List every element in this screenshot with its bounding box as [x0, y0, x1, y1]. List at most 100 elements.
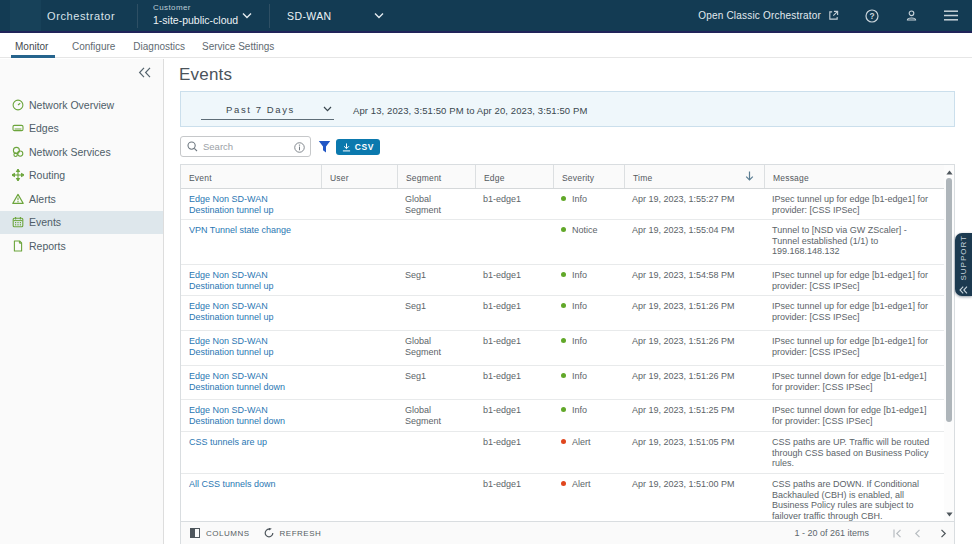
cell-edge: b1-edge1 [475, 432, 553, 473]
chevron-down-icon[interactable] [242, 12, 252, 19]
cell-edge: b1-edge1 [475, 296, 553, 330]
svg-text:?: ? [869, 10, 874, 20]
cell-segment: Global Segment [397, 400, 475, 431]
product-title: Orchestrator [47, 0, 115, 31]
hamburger-menu-icon[interactable] [944, 10, 958, 21]
sidebar-item-network-overview[interactable]: Network Overview [0, 93, 163, 117]
sidebar-item-events[interactable]: Events [0, 211, 163, 235]
sidebar-item-network-services[interactable]: Network Services [0, 140, 163, 164]
event-link[interactable]: Edge Non SD-WAN Destination tunnel up [189, 301, 321, 322]
cell-message: IPsec tunnel down for edge [b1-edge1] fo… [764, 400, 944, 431]
table-header-row: Event User Segment Edge Severity Time Me… [181, 165, 954, 189]
cell-user [321, 474, 397, 521]
table-row[interactable]: Edge Non SD-WAN Destination tunnel down … [181, 400, 954, 432]
info-icon[interactable] [294, 142, 305, 153]
sidebar-item-reports[interactable]: Reports [0, 234, 163, 258]
scrollbar-thumb[interactable] [946, 178, 952, 422]
customer-dropdown[interactable]: Customer 1-site-public-cloud [153, 0, 238, 31]
cell-segment: Seg1 [397, 366, 475, 399]
refresh-button[interactable]: REFRESH [264, 528, 322, 538]
table-row[interactable]: CSS tunnels are up b1-edge1 Alert Apr 19… [181, 432, 954, 474]
table-row[interactable]: Edge Non SD-WAN Destination tunnel up Gl… [181, 331, 954, 366]
sidebar: Network Overview Edges Network Services … [0, 59, 164, 544]
tab-monitor[interactable]: Monitor [15, 35, 51, 58]
column-header-user[interactable]: User [321, 165, 397, 188]
cell-time: Apr 19, 2023, 1:51:26 PM [624, 331, 764, 365]
event-link[interactable]: Edge Non SD-WAN Destination tunnel down [189, 371, 321, 392]
column-header-message[interactable]: Message [764, 165, 944, 188]
event-link[interactable]: Edge Non SD-WAN Destination tunnel down [189, 405, 321, 426]
sidebar-item-routing[interactable]: Routing [0, 164, 163, 188]
scroll-down-icon[interactable] [944, 509, 954, 519]
cell-segment [397, 432, 475, 473]
sort-desc-icon[interactable] [745, 171, 754, 188]
chevron-down-icon[interactable] [374, 12, 384, 19]
chevron-down-icon [323, 106, 332, 112]
table-row[interactable]: Edge Non SD-WAN Destination tunnel up Se… [181, 265, 954, 296]
time-range-select[interactable]: Past 7 Days [201, 100, 334, 120]
next-page-icon[interactable] [940, 529, 947, 538]
routing-icon [12, 169, 24, 181]
time-filter-bar: Past 7 Days Apr 13, 2023, 3:51:50 PM to … [180, 91, 955, 127]
user-icon[interactable] [905, 9, 918, 22]
vertical-scrollbar[interactable] [944, 165, 954, 521]
cell-time: Apr 19, 2023, 1:55:04 PM [624, 220, 764, 264]
event-link[interactable]: All CSS tunnels down [189, 479, 321, 490]
refresh-icon [264, 528, 274, 538]
sidebar-item-edges[interactable]: Edges [0, 117, 163, 141]
cell-user [321, 265, 397, 295]
severity-dot-icon [561, 272, 566, 277]
columns-button[interactable]: COLUMNS [190, 528, 250, 538]
cell-event: VPN Tunnel state change [181, 220, 321, 264]
table-body: Edge Non SD-WAN Destination tunnel up Gl… [181, 189, 954, 522]
event-link[interactable]: CSS tunnels are up [189, 437, 321, 448]
severity-dot-icon [561, 373, 566, 378]
event-link[interactable]: Edge Non SD-WAN Destination tunnel up [189, 336, 321, 357]
tab-diagnostics[interactable]: Diagnostics [133, 35, 185, 58]
table-row[interactable]: Edge Non SD-WAN Destination tunnel down … [181, 366, 954, 400]
search-input[interactable] [203, 141, 281, 152]
table-row[interactable]: VPN Tunnel state change Notice Apr 19, 2… [181, 220, 954, 265]
cell-event: Edge Non SD-WAN Destination tunnel up [181, 265, 321, 295]
cell-event: CSS tunnels are up [181, 432, 321, 473]
previous-page-icon[interactable] [914, 529, 921, 538]
sidebar-collapse-icon[interactable] [136, 64, 152, 80]
cell-user [321, 189, 397, 219]
cell-edge: b1-edge1 [475, 366, 553, 399]
severity-dot-icon [561, 303, 566, 308]
column-header-severity[interactable]: Severity [553, 165, 624, 188]
column-header-segment[interactable]: Segment [397, 165, 475, 188]
cell-time: Apr 19, 2023, 1:51:26 PM [624, 366, 764, 399]
severity-dot-icon [561, 407, 566, 412]
cell-severity: Info [553, 296, 624, 330]
divider [269, 4, 270, 28]
column-header-edge[interactable]: Edge [475, 165, 553, 188]
event-link[interactable]: VPN Tunnel state change [189, 225, 321, 236]
cell-segment: Seg1 [397, 296, 475, 330]
scroll-up-icon[interactable] [944, 167, 954, 177]
help-icon[interactable]: ? [865, 9, 879, 23]
customer-label: Customer [153, 3, 238, 12]
open-classic-orchestrator-link[interactable]: Open Classic Orchestrator [698, 10, 839, 21]
column-header-event[interactable]: Event [181, 165, 321, 188]
support-tab[interactable]: SUPPORT [955, 233, 972, 296]
cell-severity: Notice [553, 220, 624, 264]
service-label: SD-WAN [287, 10, 332, 22]
filter-funnel-icon[interactable] [318, 140, 331, 153]
severity-dot-icon [561, 338, 566, 343]
first-page-icon[interactable] [893, 529, 902, 538]
event-link[interactable]: Edge Non SD-WAN Destination tunnel up [189, 270, 321, 291]
tab-service-settings[interactable]: Service Settings [202, 35, 274, 58]
sidebar-item-alerts[interactable]: Alerts [0, 187, 163, 211]
table-row[interactable]: Edge Non SD-WAN Destination tunnel up Se… [181, 296, 954, 331]
cell-user [321, 296, 397, 330]
column-header-time[interactable]: Time [624, 165, 764, 188]
service-dropdown[interactable]: SD-WAN [287, 0, 332, 31]
csv-export-button[interactable]: CSV [336, 139, 380, 155]
severity-dot-icon [561, 481, 566, 486]
table-row[interactable]: All CSS tunnels down b1-edge1 Alert Apr … [181, 474, 954, 522]
event-link[interactable]: Edge Non SD-WAN Destination tunnel up [189, 194, 321, 215]
table-row[interactable]: Edge Non SD-WAN Destination tunnel up Gl… [181, 189, 954, 220]
tab-configure[interactable]: Configure [72, 35, 115, 58]
cell-severity: Info [553, 189, 624, 219]
